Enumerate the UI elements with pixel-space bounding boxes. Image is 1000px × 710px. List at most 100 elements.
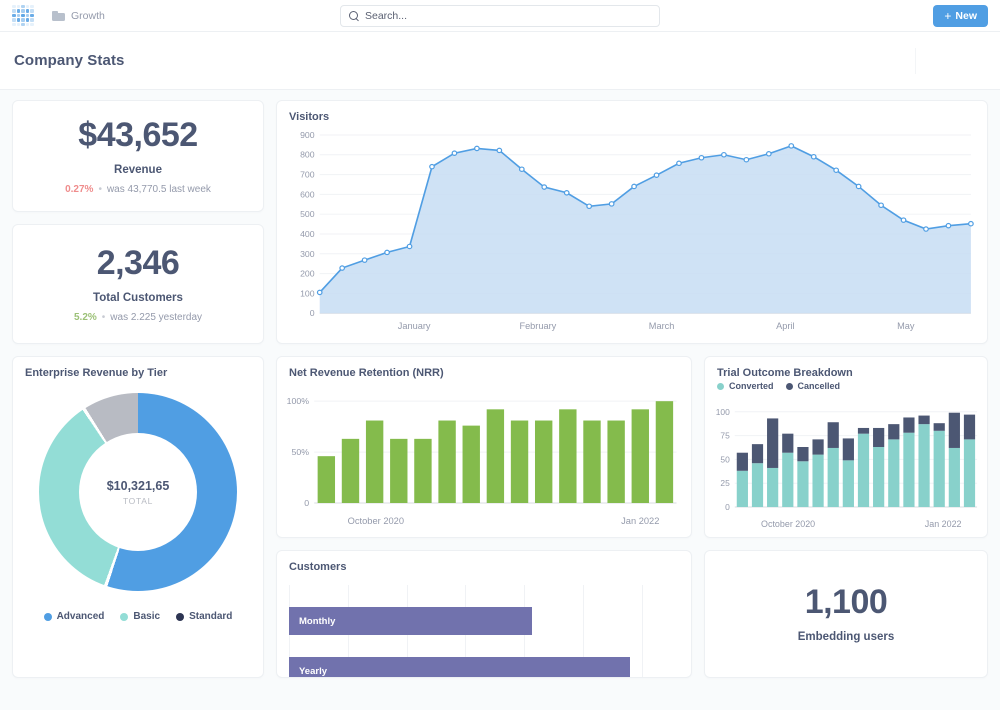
svg-text:100: 100	[716, 407, 730, 417]
total-customers-change: 5.2%	[74, 312, 97, 323]
breadcrumb-label: Growth	[71, 10, 105, 22]
svg-text:400: 400	[300, 229, 315, 239]
legend-label-converted: Converted	[729, 381, 774, 391]
revenue-scalar-card[interactable]: $43,652 Revenue 0.27% • was 43,770.5 las…	[12, 100, 264, 212]
visitors-card-title: Visitors	[277, 101, 987, 123]
svg-text:0: 0	[304, 498, 309, 508]
trial-card-title: Trial Outcome Breakdown	[705, 357, 987, 379]
enterprise-revenue-donut-card[interactable]: Enterprise Revenue by Tier $10,321,65 TO…	[12, 356, 264, 678]
svg-text:500: 500	[300, 209, 315, 219]
svg-text:0: 0	[725, 502, 730, 512]
total-customers-comparison: 5.2% • was 2.225 yesterday	[74, 312, 202, 323]
embedding-users-scalar-card[interactable]: 1,100 Embedding users	[704, 550, 988, 678]
svg-text:700: 700	[300, 170, 315, 180]
revenue-label: Revenue	[114, 164, 162, 176]
page-title: Company Stats	[14, 52, 125, 69]
customers-chart-card[interactable]: Customers Monthly	[276, 550, 692, 678]
right-column: Visitors 0100200300400500600700800900Jan…	[276, 100, 988, 678]
revenue-value: $43,652	[78, 118, 197, 152]
embedding-users-value: 1,100	[805, 585, 888, 619]
mid-row: Net Revenue Retention (NRR) 050%100%Octo…	[276, 356, 988, 538]
nrr-chart-card[interactable]: Net Revenue Retention (NRR) 050%100%Octo…	[276, 356, 692, 538]
separator-dot: •	[98, 184, 102, 195]
trial-legend: Converted Cancelled	[705, 379, 987, 391]
total-customers-scalar-card[interactable]: 2,346 Total Customers 5.2% • was 2.225 y…	[12, 224, 264, 344]
visitors-chart-card[interactable]: Visitors 0 100 200 300 400 500 600 700 800 900 Jan…	[276, 100, 988, 344]
customers-plot[interactable]: Monthly Yearly	[289, 585, 681, 677]
legend-swatch-basic	[120, 613, 128, 621]
bar-yearly[interactable]: Yearly	[289, 657, 630, 678]
legend-swatch-standard	[176, 613, 184, 621]
svg-text:May: May	[897, 321, 915, 331]
svg-text:300: 300	[300, 249, 315, 259]
legend-item-converted[interactable]: Converted	[717, 381, 774, 391]
total-customers-value: 2,346	[97, 246, 180, 280]
svg-text:600: 600	[300, 189, 315, 199]
svg-text:Jan 2022: Jan 2022	[925, 519, 962, 529]
svg-text:October 2020: October 2020	[761, 519, 815, 529]
donut-chart[interactable]: $10,321,65 TOTAL	[13, 393, 263, 591]
donut-total-value: $10,321,65	[107, 479, 170, 493]
svg-text:50: 50	[720, 454, 730, 464]
total-customers-comparison-text: was 2.225 yesterday	[110, 312, 202, 323]
legend-swatch-cancelled	[786, 383, 793, 390]
donut-ring: $10,321,65 TOTAL	[39, 393, 237, 591]
new-button[interactable]: + New	[933, 5, 988, 27]
bar-yearly-label: Yearly	[299, 666, 327, 677]
svg-text:October 2020: October 2020	[348, 516, 404, 526]
folder-icon	[52, 11, 65, 21]
svg-text:75: 75	[720, 431, 730, 441]
search-placeholder: Search...	[365, 10, 407, 22]
bottom-row: Customers Monthly	[276, 550, 988, 678]
visitors-area-chart: 0 100 200 300 400 500 600 700 800 900 January Febru…	[289, 131, 975, 335]
dashboard-header: Company Stats	[0, 32, 1000, 90]
revenue-comparison-text: was 43,770.5 last week	[107, 184, 211, 195]
header-divider	[915, 48, 916, 74]
svg-text:February: February	[519, 321, 556, 331]
svg-text:50%: 50%	[291, 447, 309, 457]
plus-icon: +	[944, 10, 951, 22]
legend-item-standard[interactable]: Standard	[176, 611, 232, 622]
bar-monthly-label: Monthly	[299, 616, 335, 627]
legend-label-standard: Standard	[189, 611, 232, 622]
svg-text:900: 900	[300, 131, 315, 140]
search-input[interactable]: Search...	[340, 5, 660, 27]
svg-text:Jan 2022: Jan 2022	[621, 516, 659, 526]
svg-text:100: 100	[300, 289, 315, 299]
donut-card-title: Enterprise Revenue by Tier	[13, 357, 263, 379]
customers-card-title: Customers	[277, 551, 691, 573]
bar-monthly[interactable]: Monthly	[289, 607, 532, 635]
breadcrumb[interactable]: Growth	[52, 10, 105, 22]
trial-stacked-bar-chart: 0 25 50 75 100 October 2020 Jan 2022	[705, 401, 987, 535]
revenue-change: 0.27%	[65, 184, 93, 195]
nrr-bar-chart: 050%100%October 2020Jan 2022	[277, 383, 691, 533]
metabase-dots-logo-icon[interactable]	[12, 5, 34, 27]
embedding-users-label: Embedding users	[798, 631, 895, 643]
search-icon	[349, 11, 359, 21]
svg-text:800: 800	[300, 150, 315, 160]
legend-item-basic[interactable]: Basic	[120, 611, 160, 622]
left-column: $43,652 Revenue 0.27% • was 43,770.5 las…	[12, 100, 264, 678]
legend-item-advanced[interactable]: Advanced	[44, 611, 105, 622]
svg-text:25: 25	[720, 478, 730, 488]
donut-total-label: TOTAL	[123, 496, 153, 506]
dashboard-grid: $43,652 Revenue 0.27% • was 43,770.5 las…	[0, 90, 1000, 688]
svg-text:0: 0	[310, 308, 315, 318]
visitors-plot[interactable]: 0 100 200 300 400 500 600 700 800 900 January Febru…	[289, 131, 975, 335]
svg-text:April: April	[776, 321, 794, 331]
svg-text:200: 200	[300, 269, 315, 279]
revenue-comparison: 0.27% • was 43,770.5 last week	[65, 184, 211, 195]
svg-text:March: March	[649, 321, 675, 331]
separator-dot: •	[102, 312, 106, 323]
legend-swatch-advanced	[44, 613, 52, 621]
trial-chart-card[interactable]: Trial Outcome Breakdown Converted Cancel…	[704, 356, 988, 538]
legend-item-cancelled[interactable]: Cancelled	[786, 381, 841, 391]
total-customers-label: Total Customers	[93, 292, 183, 304]
legend-label-advanced: Advanced	[57, 611, 105, 622]
svg-text:January: January	[398, 321, 431, 331]
customers-bar-row: Monthly	[289, 607, 681, 635]
legend-label-cancelled: Cancelled	[798, 381, 841, 391]
donut-legend: Advanced Basic Standard	[13, 611, 263, 622]
donut-center: $10,321,65 TOTAL	[79, 433, 197, 551]
new-button-label: New	[955, 10, 977, 22]
